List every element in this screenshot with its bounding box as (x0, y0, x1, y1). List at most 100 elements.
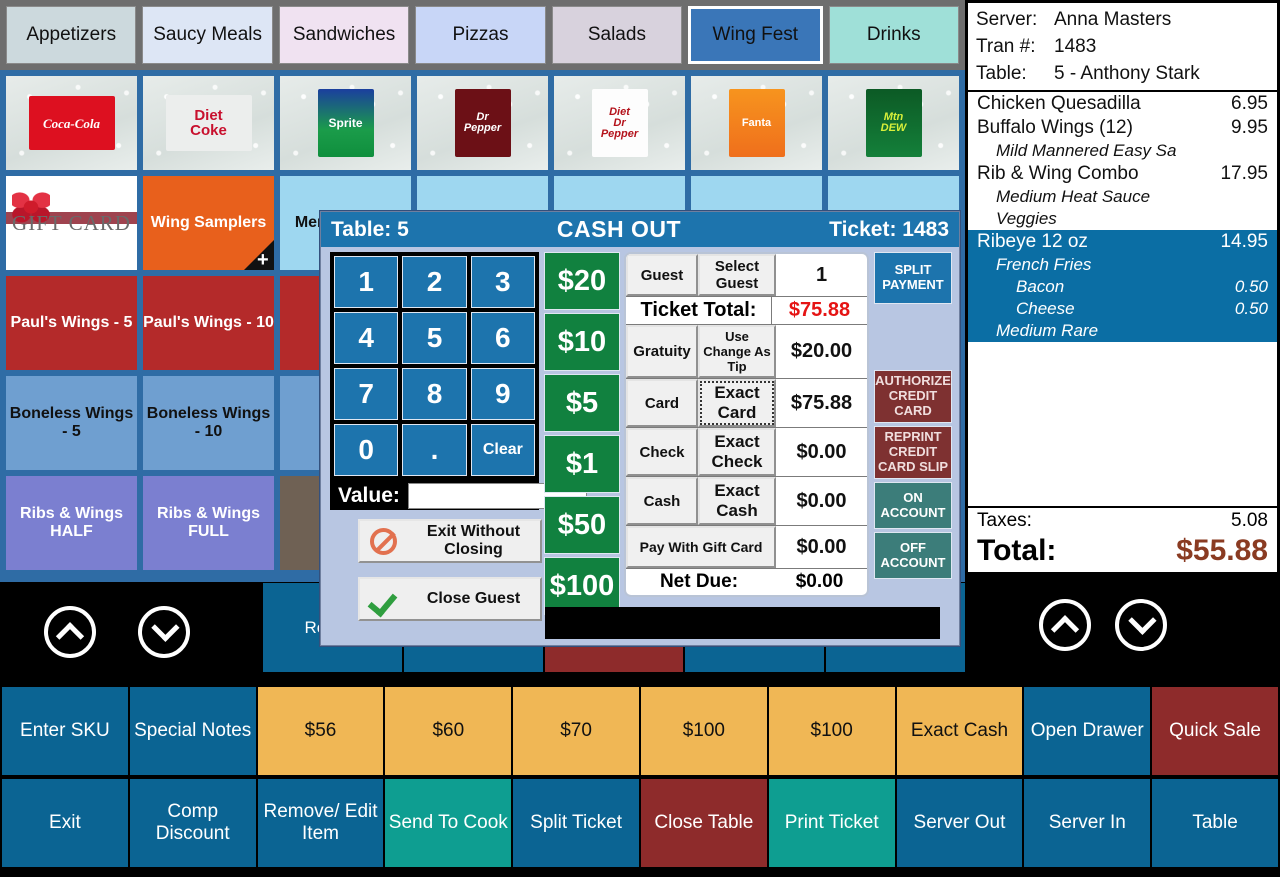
keypad-2[interactable]: 2 (402, 256, 467, 308)
special-notes-button[interactable]: Special Notes (129, 687, 256, 775)
menu-item-dr-pepper[interactable]: Dr Pepper (417, 76, 548, 170)
menu-item-sprite[interactable]: Sprite (280, 76, 411, 170)
keypad-8[interactable]: 8 (402, 368, 467, 420)
exact-card-button[interactable]: Exact Card (698, 379, 776, 427)
cash-50-button[interactable]: $50 (544, 496, 620, 554)
on-account-button[interactable]: ON ACCOUNT (874, 482, 952, 529)
enter-sku-button[interactable]: Enter SKU (2, 687, 128, 775)
tran-value: 1483 (1054, 35, 1097, 57)
remove-edit-item-button[interactable]: Remove/ Edit Item (257, 779, 384, 867)
keypad-5[interactable]: 5 (402, 312, 467, 364)
menu-item-ribs-wings-half[interactable]: Ribs & Wings HALF (6, 476, 137, 570)
send-to-cook-button[interactable]: Send To Cook (385, 779, 512, 867)
split-ticket-button[interactable]: Split Ticket (513, 779, 639, 867)
keypad-decimal[interactable]: . (402, 424, 467, 476)
cash-10-button[interactable]: $10 (544, 313, 620, 371)
menu-item-mtn-dew[interactable]: Mtn DEW (828, 76, 959, 170)
order-line-item[interactable]: Rib & Wing Combo 17.95 (968, 162, 1277, 186)
order-line-item[interactable]: Chicken Quesadilla 6.95 (968, 92, 1277, 116)
tab-drinks[interactable]: Drinks (828, 6, 959, 64)
tab-sandwiches[interactable]: Sandwiches (278, 6, 410, 64)
select-guest-button[interactable]: Select Guest (698, 254, 776, 296)
cash-button[interactable]: Cash (626, 477, 698, 525)
menu-item-pauls-wings-5[interactable]: Paul's Wings - 5 (6, 276, 137, 370)
tab-pizzas[interactable]: Pizzas (415, 6, 546, 64)
quick-sale-button[interactable]: Quick Sale (1152, 687, 1278, 775)
exit-without-closing-button[interactable]: Exit Without Closing (358, 519, 542, 563)
tab-label: Drinks (866, 24, 921, 45)
cash-1-button[interactable]: $1 (544, 435, 620, 493)
server-out-button[interactable]: Server Out (896, 779, 1023, 867)
print-ticket-button[interactable]: Print Ticket (768, 779, 895, 867)
cash-5-button[interactable]: $5 (544, 374, 620, 432)
off-account-button[interactable]: OFF ACCOUNT (874, 532, 952, 579)
keypad-1[interactable]: 1 (334, 256, 399, 308)
menu-item-coca-cola[interactable]: Coca-Cola (6, 76, 137, 170)
add-plus-icon[interactable]: + (244, 240, 274, 270)
order-line-modifier-selected[interactable]: Bacon 0.50 (968, 275, 1277, 298)
comp-discount-button[interactable]: Comp Discount (129, 779, 256, 867)
close-guest-button[interactable]: Close Guest (358, 577, 542, 621)
order-line-modifier[interactable]: Medium Heat Sauce (968, 186, 1277, 208)
reprint-credit-card-slip-button[interactable]: REPRINT CREDIT CARD SLIP (874, 426, 952, 479)
ticket-scroll-up-button[interactable] (1039, 599, 1091, 651)
guest-button[interactable]: Guest (626, 254, 698, 296)
tab-salads[interactable]: Salads (551, 6, 683, 64)
order-line-modifier[interactable]: Veggies (968, 208, 1277, 230)
menu-scroll-up-button[interactable] (44, 606, 96, 658)
pay-with-gift-card-button[interactable]: Pay With Gift Card (626, 526, 776, 568)
order-line-modifier-selected[interactable]: Cheese 0.50 (968, 297, 1277, 320)
open-drawer-button[interactable]: Open Drawer (1024, 687, 1151, 775)
menu-item-boneless-wings-10[interactable]: Boneless Wings - 10 (143, 376, 274, 470)
authorize-credit-card-button[interactable]: AUTHORIZE CREDIT CARD (874, 370, 952, 423)
keypad-3[interactable]: 3 (470, 256, 535, 308)
order-line-modifier-selected[interactable]: Medium Rare (968, 319, 1277, 342)
keypad-clear[interactable]: Clear (470, 424, 535, 476)
exact-check-button[interactable]: Exact Check (698, 428, 776, 476)
keypad-7[interactable]: 7 (334, 368, 399, 420)
quick-cash-60-button[interactable]: $60 (385, 687, 512, 775)
menu-item-gift-card[interactable]: GIFT CARD (6, 176, 137, 270)
quick-cash-100b-button[interactable]: $100 (768, 687, 895, 775)
menu-item-ribs-wings-full[interactable]: Ribs & Wings FULL (143, 476, 274, 570)
keypad-6[interactable]: 6 (470, 312, 535, 364)
tab-label: Salads (587, 24, 646, 45)
menu-item-diet-coke[interactable]: Diet Coke (143, 76, 274, 170)
exact-cash-dialog-button[interactable]: Exact Cash (698, 477, 776, 525)
tab-appetizers[interactable]: Appetizers (6, 6, 137, 64)
order-line-item-selected[interactable]: Ribeye 12 oz 14.95 (968, 229, 1277, 254)
button-label: Card (644, 394, 680, 412)
keypad-4[interactable]: 4 (334, 312, 399, 364)
check-button[interactable]: Check (626, 428, 698, 476)
close-table-button[interactable]: Close Table (640, 779, 767, 867)
item-name: French Fries (996, 254, 1092, 274)
quick-cash-70-button[interactable]: $70 (513, 687, 639, 775)
exit-button[interactable]: Exit (2, 779, 128, 867)
menu-item-boneless-wings-5[interactable]: Boneless Wings - 5 (6, 376, 137, 470)
server-in-button[interactable]: Server In (1024, 779, 1151, 867)
menu-item-pauls-wings-10[interactable]: Paul's Wings - 10 (143, 276, 274, 370)
keypad-0[interactable]: 0 (334, 424, 399, 476)
ticket-scroll-down-button[interactable] (1115, 599, 1167, 651)
button-label: $100 (682, 720, 726, 742)
tab-saucy-meals[interactable]: Saucy Meals (142, 6, 273, 64)
order-line-modifier-selected[interactable]: French Fries (968, 253, 1277, 276)
use-change-as-tip-button[interactable]: Use Change As Tip (698, 325, 776, 378)
menu-scroll-down-button[interactable] (138, 606, 190, 658)
menu-item-diet-dr-pepper[interactable]: Diet Dr Pepper (554, 76, 685, 170)
menu-item-wing-samplers[interactable]: Wing Samplers + (143, 176, 274, 270)
quick-cash-56-button[interactable]: $56 (257, 687, 384, 775)
table-button[interactable]: Table (1152, 779, 1278, 867)
order-line-modifier[interactable]: Mild Mannered Easy Sa (968, 140, 1277, 162)
order-line-item[interactable]: Buffalo Wings (12) 9.95 (968, 116, 1277, 140)
split-payment-button[interactable]: SPLIT PAYMENT (874, 252, 952, 304)
exact-cash-button[interactable]: Exact Cash (896, 687, 1023, 775)
order-items-list[interactable]: Chicken Quesadilla 6.95 Buffalo Wings (12… (968, 92, 1277, 342)
tab-wing-fest[interactable]: Wing Fest (688, 6, 823, 64)
menu-item-fanta[interactable]: Fanta (691, 76, 822, 170)
quick-cash-100a-button[interactable]: $100 (640, 687, 767, 775)
keypad-9[interactable]: 9 (470, 368, 535, 420)
card-button[interactable]: Card (626, 379, 698, 427)
cash-20-button[interactable]: $20 (544, 252, 620, 310)
gratuity-button[interactable]: Gratuity (626, 325, 698, 378)
